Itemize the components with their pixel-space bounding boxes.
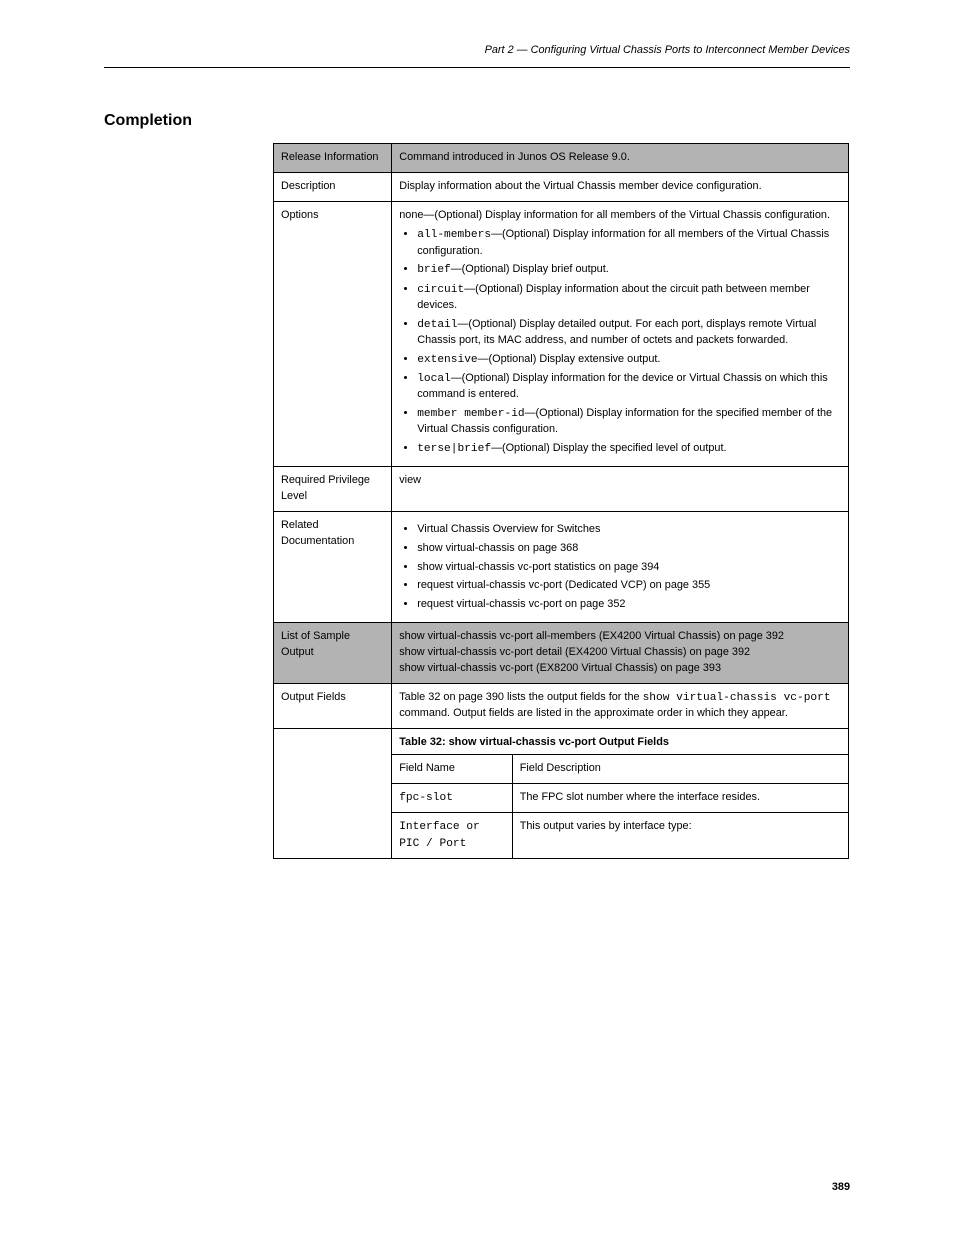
- running-header: Part 2 — Configuring Virtual Chassis Por…: [485, 44, 850, 56]
- table32-row: Interface or PIC / Port This output vari…: [392, 813, 848, 858]
- option-item: circuit—(Optional) Display information a…: [417, 282, 841, 314]
- value-output-fields: Table 32 on page 390 lists the output fi…: [392, 683, 849, 728]
- option-desc: —(Optional) Display information for the …: [417, 372, 827, 400]
- table32-header-fielddesc: Field Description: [512, 755, 848, 784]
- table32-fieldname: fpc-slot: [392, 784, 512, 813]
- label-release-info: Release Information: [274, 144, 392, 173]
- option-name: local: [417, 373, 451, 385]
- related-title: show virtual-chassis vc-port statistics: [417, 561, 596, 573]
- options-none-line: none—(Optional) Display information for …: [399, 208, 841, 224]
- option-name: all-members: [417, 229, 491, 241]
- main-table: Release Information Command introduced i…: [273, 143, 849, 859]
- value-sample-output: show virtual-chassis vc-port all-members…: [392, 623, 849, 683]
- option-item: terse|brief—(Optional) Display the speci…: [417, 441, 841, 457]
- value-table32: Table 32: show virtual-chassis vc-port O…: [392, 728, 849, 858]
- related-item: show virtual-chassis vc-port statistics …: [417, 560, 841, 576]
- option-item: extensive—(Optional) Display extensive o…: [417, 352, 841, 368]
- sample-output-line: show virtual-chassis vc-port detail (EX4…: [399, 645, 841, 661]
- table32-row: fpc-slot The FPC slot number where the i…: [392, 784, 848, 813]
- option-name: circuit: [417, 284, 464, 296]
- label-options: Options: [274, 201, 392, 467]
- label-privilege: Required Privilege Level: [274, 467, 392, 512]
- option-name: terse|brief: [417, 443, 491, 455]
- related-page: on page 352: [565, 598, 626, 610]
- sample-output-line: show virtual-chassis vc-port all-members…: [399, 629, 841, 645]
- related-title: request virtual-chassis vc-port: [417, 598, 562, 610]
- option-desc: —(Optional) Display detailed output. For…: [417, 318, 816, 346]
- related-item: request virtual-chassis vc-port (Dedicat…: [417, 578, 841, 594]
- row-privilege: Required Privilege Level view: [274, 467, 849, 512]
- related-page: on page 394: [599, 561, 660, 573]
- table32-fielddesc: The FPC slot number where the interface …: [512, 784, 848, 813]
- related-page: on page 355: [650, 579, 711, 591]
- label-description: Description: [274, 172, 392, 201]
- output-fields-cmd: show virtual-chassis vc-port: [643, 692, 831, 704]
- page-number: 389: [832, 1181, 850, 1193]
- row-release-info: Release Information Command introduced i…: [274, 144, 849, 173]
- option-item: detail—(Optional) Display detailed outpu…: [417, 317, 841, 349]
- table32-fieldname: Interface or PIC / Port: [392, 813, 512, 858]
- row-output-fields: Output Fields Table 32 on page 390 lists…: [274, 683, 849, 728]
- page: Part 2 — Configuring Virtual Chassis Por…: [0, 0, 954, 1235]
- related-title: Virtual Chassis Overview for Switches: [417, 523, 600, 535]
- label-output-fields: Output Fields: [274, 683, 392, 728]
- row-table32: Table 32: show virtual-chassis vc-port O…: [274, 728, 849, 858]
- value-options: none—(Optional) Display information for …: [392, 201, 849, 467]
- value-release-info: Command introduced in Junos OS Release 9…: [392, 144, 849, 173]
- row-sample-output: List of Sample Output show virtual-chass…: [274, 623, 849, 683]
- header-rule: [104, 67, 850, 68]
- main-table-wrapper: Release Information Command introduced i…: [273, 143, 849, 859]
- value-privilege: view: [392, 467, 849, 512]
- option-name: extensive: [417, 354, 477, 366]
- label-related-doc: Related Documentation: [274, 512, 392, 623]
- section-title: Completion: [104, 112, 192, 130]
- sample-output-line: show virtual-chassis vc-port (EX8200 Vir…: [399, 661, 841, 677]
- option-item: member member-id—(Optional) Display info…: [417, 406, 841, 438]
- option-item: brief—(Optional) Display brief output.: [417, 262, 841, 278]
- option-name: member member-id: [417, 408, 524, 420]
- value-related-doc: Virtual Chassis Overview for Switches sh…: [392, 512, 849, 623]
- related-page: on page 368: [518, 542, 579, 554]
- related-item: Virtual Chassis Overview for Switches: [417, 522, 841, 538]
- option-desc: —(Optional) Display the specified level …: [491, 442, 726, 454]
- label-table32: [274, 728, 392, 858]
- row-options: Options none—(Optional) Display informat…: [274, 201, 849, 467]
- option-name: detail: [417, 319, 457, 331]
- related-title: show virtual-chassis: [417, 542, 514, 554]
- value-description: Display information about the Virtual Ch…: [392, 172, 849, 201]
- table32-caption: Table 32: show virtual-chassis vc-port O…: [392, 729, 848, 755]
- option-desc: —(Optional) Display brief output.: [451, 263, 609, 275]
- related-list: Virtual Chassis Overview for Switches sh…: [399, 522, 841, 613]
- output-fields-suffix: command. Output fields are listed in the…: [399, 707, 788, 719]
- label-sample-output: List of Sample Output: [274, 623, 392, 683]
- option-item: all-members—(Optional) Display informati…: [417, 227, 841, 259]
- options-list: all-members —(Optional) Display informati…: [399, 227, 841, 457]
- option-item: local—(Optional) Display information for…: [417, 371, 841, 403]
- option-desc: —(Optional) Display information about th…: [417, 283, 810, 311]
- row-related-doc: Related Documentation Virtual Chassis Ov…: [274, 512, 849, 623]
- table32-subtable: Field Name Field Description fpc-slot Th…: [392, 754, 848, 858]
- option-desc: —(Optional) Display extensive output.: [478, 353, 661, 365]
- row-description: Description Display information about th…: [274, 172, 849, 201]
- table32-fielddesc: This output varies by interface type:: [512, 813, 848, 858]
- table32-header-row: Field Name Field Description: [392, 755, 848, 784]
- option-name: brief: [417, 264, 451, 276]
- related-title: request virtual-chassis vc-port (Dedicat…: [417, 579, 646, 591]
- related-item: show virtual-chassis on page 368: [417, 541, 841, 557]
- output-fields-prefix: Table 32 on page 390 lists the output fi…: [399, 691, 642, 703]
- related-item: request virtual-chassis vc-port on page …: [417, 597, 841, 613]
- table32-header-fieldname: Field Name: [392, 755, 512, 784]
